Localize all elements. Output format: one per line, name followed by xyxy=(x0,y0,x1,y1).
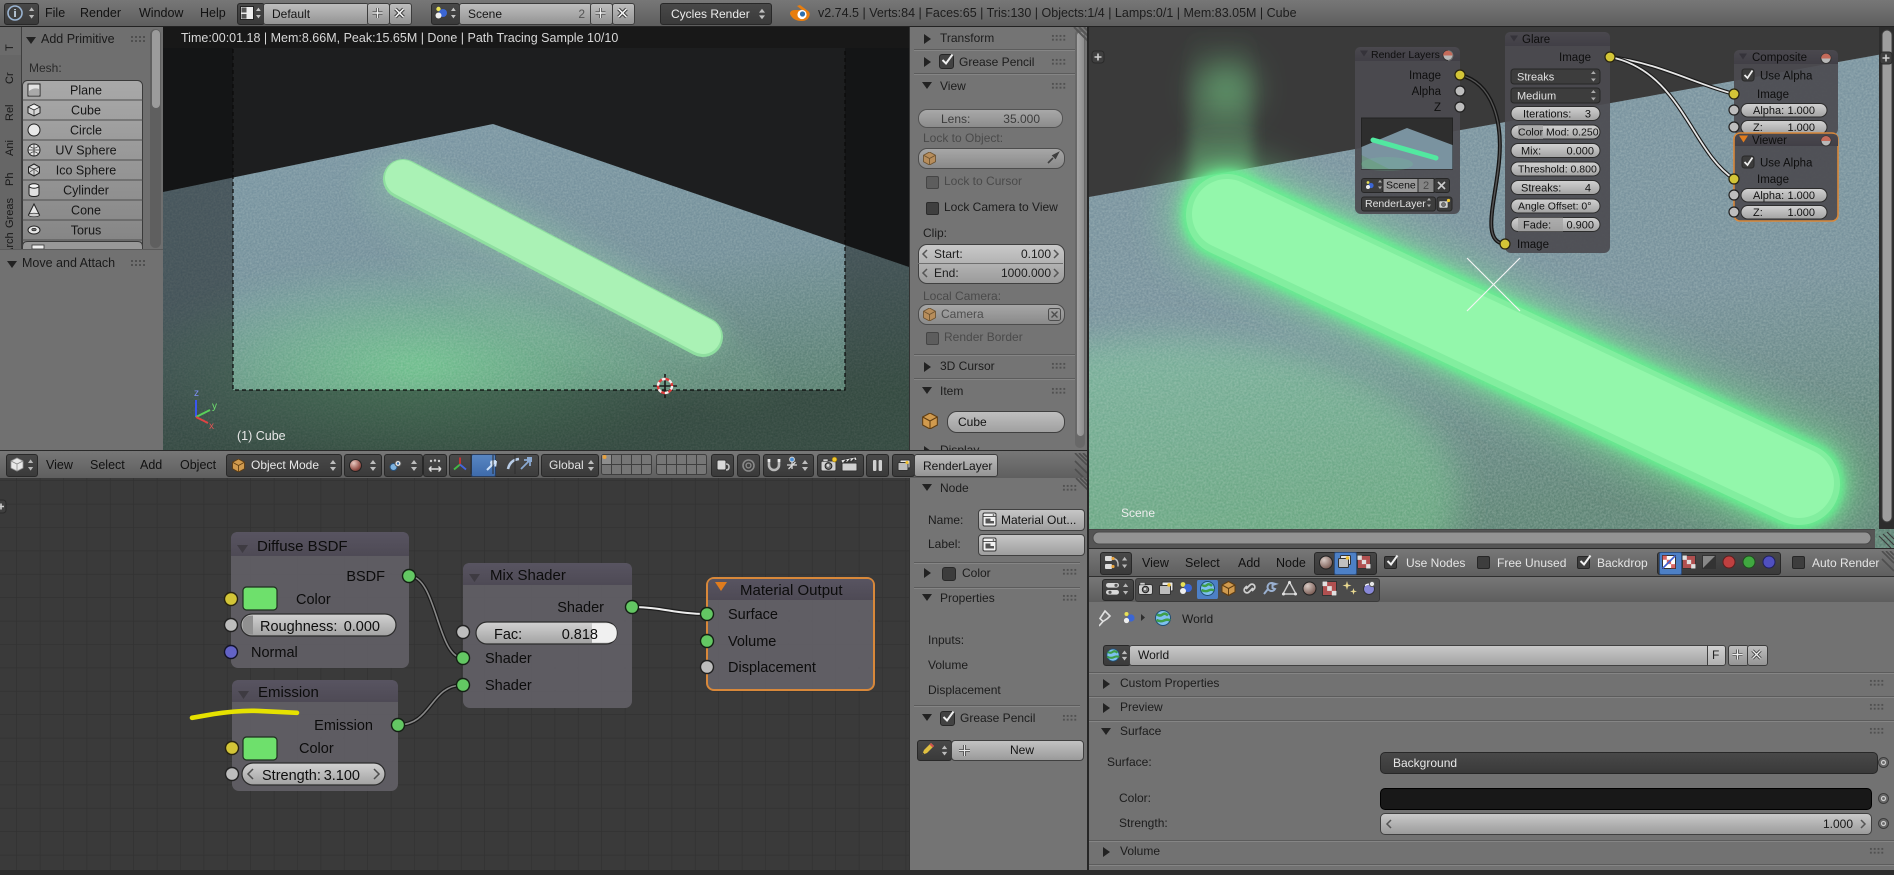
svg-text:Color Mod: 0.250: Color Mod: 0.250 xyxy=(1518,127,1599,139)
svg-text:Fade:: Fade: xyxy=(1523,220,1551,232)
svg-text:Medium: Medium xyxy=(1517,91,1556,103)
svg-text:Z: Z xyxy=(1434,102,1441,114)
svg-text:2: 2 xyxy=(1423,180,1429,192)
svg-text:Image: Image xyxy=(1559,52,1591,64)
svg-text:1.000: 1.000 xyxy=(1787,190,1815,202)
svg-text:3: 3 xyxy=(1585,109,1591,121)
svg-text:Image: Image xyxy=(1409,70,1441,82)
svg-text:Cylinder: Cylinder xyxy=(63,184,109,198)
svg-text:Scene: Scene xyxy=(1386,180,1416,192)
svg-text:Mix Shader: Mix Shader xyxy=(490,567,566,584)
svg-text:Shader: Shader xyxy=(485,651,532,667)
svg-text:RenderLayer: RenderLayer xyxy=(1365,198,1426,210)
svg-text:UV Sphere: UV Sphere xyxy=(55,144,116,158)
svg-text:Alpha: Alpha xyxy=(1412,86,1442,98)
svg-text:Surface: Surface xyxy=(728,607,778,623)
svg-text:0.000: 0.000 xyxy=(344,619,380,635)
svg-text:Viewer: Viewer xyxy=(1752,135,1787,147)
svg-text:Circle: Circle xyxy=(70,124,102,138)
svg-text:x: x xyxy=(209,421,214,432)
svg-text:1.000: 1.000 xyxy=(1787,207,1815,219)
svg-text:0.900: 0.900 xyxy=(1566,220,1594,232)
svg-text:0.000: 0.000 xyxy=(1566,146,1594,158)
svg-text:y: y xyxy=(212,401,217,412)
svg-text:Volume: Volume xyxy=(728,634,776,650)
svg-text:Ico Sphere: Ico Sphere xyxy=(56,164,117,178)
svg-text:Use Alpha: Use Alpha xyxy=(1760,158,1813,170)
svg-text:Shader: Shader xyxy=(485,678,532,694)
svg-text:Glare: Glare xyxy=(1522,34,1550,46)
svg-text:Streaks:: Streaks: xyxy=(1521,183,1561,195)
svg-text:Scene: Scene xyxy=(1121,506,1155,520)
svg-text:i: i xyxy=(13,8,16,20)
svg-text:Normal: Normal xyxy=(251,645,298,661)
svg-text:Streaks: Streaks xyxy=(1517,72,1555,84)
svg-text:BSDF: BSDF xyxy=(346,569,385,585)
svg-text:Color: Color xyxy=(299,741,334,757)
svg-text:Emission: Emission xyxy=(314,718,373,734)
svg-text:z: z xyxy=(194,388,199,399)
svg-text:Displacement: Displacement xyxy=(728,660,816,676)
svg-text:(1) Cube: (1) Cube xyxy=(237,429,286,443)
svg-text:Use Alpha: Use Alpha xyxy=(1760,71,1813,83)
svg-text:Alpha:: Alpha: xyxy=(1753,190,1784,202)
svg-text:Z:: Z: xyxy=(1753,207,1763,219)
svg-text:Torus: Torus xyxy=(71,224,102,238)
svg-text:1.000: 1.000 xyxy=(1787,105,1815,117)
svg-text:Angle Offset: 0°: Angle Offset: 0° xyxy=(1518,201,1591,213)
svg-text:Render Layers: Render Layers xyxy=(1371,49,1440,61)
svg-text:Time:00:01.18 | Mem:8.66M, Pea: Time:00:01.18 | Mem:8.66M, Peak:15.65M |… xyxy=(181,31,618,45)
svg-text:Shader: Shader xyxy=(557,600,604,616)
svg-text:Color: Color xyxy=(296,592,331,608)
svg-text:Mix:: Mix: xyxy=(1521,146,1541,158)
svg-text:Alpha:: Alpha: xyxy=(1753,105,1784,117)
svg-text:Roughness:: Roughness: xyxy=(260,619,337,635)
svg-text:4: 4 xyxy=(1585,183,1591,195)
svg-text:0.818: 0.818 xyxy=(562,627,598,643)
svg-text:Composite: Composite xyxy=(1752,52,1807,64)
svg-text:Image: Image xyxy=(1757,89,1789,101)
svg-text:Plane: Plane xyxy=(70,84,102,98)
svg-text:Cone: Cone xyxy=(71,204,101,218)
svg-text:Strength:: Strength: xyxy=(262,768,321,784)
svg-text:3.100: 3.100 xyxy=(324,768,360,784)
svg-text:Threshold: 0.800: Threshold: 0.800 xyxy=(1518,164,1597,176)
svg-text:Iterations:: Iterations: xyxy=(1523,109,1571,121)
svg-text:Image: Image xyxy=(1517,239,1549,251)
svg-text:Fac:: Fac: xyxy=(494,627,522,643)
svg-text:Image: Image xyxy=(1757,174,1789,186)
svg-text:Cube: Cube xyxy=(71,104,101,118)
svg-text:Emission: Emission xyxy=(258,684,319,701)
svg-text:Material Output: Material Output xyxy=(740,582,843,599)
svg-text:Diffuse BSDF: Diffuse BSDF xyxy=(257,538,348,555)
